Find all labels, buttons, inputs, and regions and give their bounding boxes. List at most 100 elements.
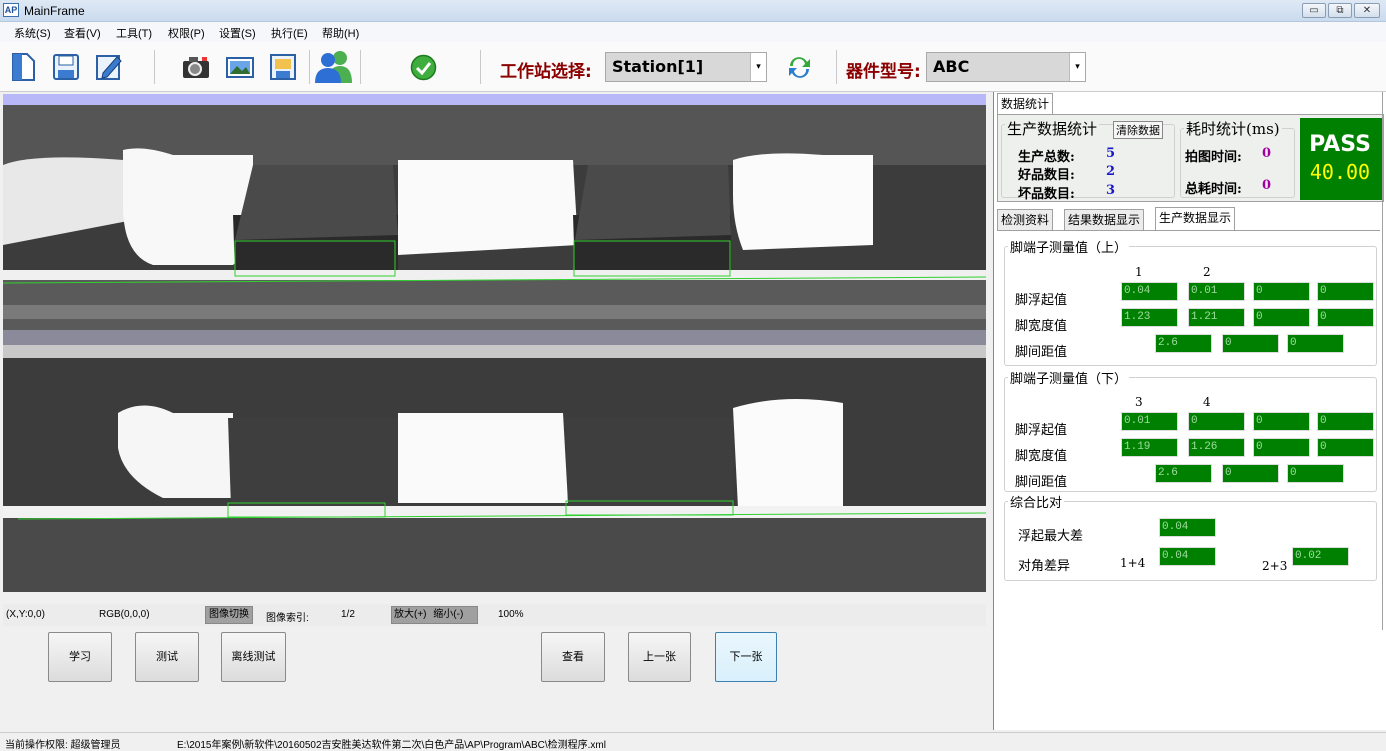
station-select[interactable]: Station[1] ▾ (605, 52, 767, 82)
users-icon[interactable] (315, 49, 353, 85)
toolbar-separator (309, 50, 310, 84)
upper-col-1: 1 (1135, 265, 1143, 279)
view-button[interactable]: 查看 (541, 632, 605, 682)
device-value: ABC (933, 57, 970, 76)
good-value: 2 (1106, 164, 1116, 179)
result-score: 40.00 (1309, 160, 1371, 184)
result-status: PASS (1309, 132, 1371, 157)
station-label: 工作站选择: (500, 62, 592, 82)
toolbar-separator (360, 50, 361, 84)
lower-pitch-2: 0 (1222, 464, 1279, 483)
tab-underline (997, 230, 1380, 231)
chevron-down-icon[interactable]: ▾ (1069, 53, 1085, 81)
camera-image-top[interactable] (3, 105, 986, 345)
next-image-button[interactable]: 下一张 (715, 632, 777, 682)
image-switch-button[interactable]: 图像切换 (205, 606, 253, 624)
upper-width-4: 0 (1317, 308, 1374, 327)
image-index-label: 图像索引: (266, 613, 309, 624)
menu-execute[interactable]: 执行(E) (271, 25, 308, 41)
upper-float-3: 0 (1253, 282, 1310, 301)
new-document-icon[interactable] (8, 51, 40, 83)
lower-pitch-1: 2.6 (1155, 464, 1212, 483)
tab-production-data[interactable]: 生产数据显示 (1155, 207, 1236, 230)
time-stats-title: 耗时统计(ms) (1184, 118, 1282, 139)
total-label: 生产总数: (1018, 150, 1075, 165)
upper-pitch-label: 脚间距值 (1015, 345, 1068, 360)
upper-pitch-3: 0 (1287, 334, 1344, 353)
max-float-label: 浮起最大差 (1018, 529, 1084, 544)
upper-pins-title: 脚端子测量值（上） (1008, 237, 1130, 256)
menu-permissions[interactable]: 权限(P) (168, 25, 205, 41)
menu-bar: 系统(S) 查看(V) 工具(T) 权限(P) 设置(S) 执行(E) 帮助(H… (0, 22, 1386, 42)
zoom-buttons: 放大(+) 缩小(-) (391, 606, 478, 624)
camera-icon[interactable] (180, 51, 212, 83)
capture-time-value: 0 (1262, 146, 1272, 161)
compare-title: 综合比对 (1008, 492, 1065, 511)
upper-pitch-1: 2.6 (1155, 334, 1212, 353)
tab-inspection-data[interactable]: 检测资料 (997, 209, 1054, 230)
capture-time-label: 拍图时间: (1185, 150, 1242, 165)
total-value: 5 (1106, 146, 1116, 161)
chevron-down-icon[interactable]: ▾ (750, 53, 766, 81)
close-button[interactable]: ✕ (1354, 3, 1380, 18)
zoom-value: 100% (498, 609, 524, 620)
save-image-icon[interactable] (267, 51, 299, 83)
learn-button[interactable]: 学习 (48, 632, 112, 682)
prev-image-button[interactable]: 上一张 (628, 632, 691, 682)
test-button[interactable]: 测试 (135, 632, 199, 682)
offline-test-button[interactable]: 离线测试 (221, 632, 286, 682)
zoom-out-button[interactable]: 缩小(-) (433, 609, 463, 620)
camera-image-top-canvas (3, 105, 986, 345)
image-header-bar (3, 94, 986, 105)
camera-image-bottom[interactable] (3, 358, 986, 592)
pair-2-3-label: 2+3 (1262, 559, 1288, 573)
title-bar: AP MainFrame ▭ ⧉ ✕ (0, 0, 1386, 22)
app-icon: AP (3, 3, 19, 17)
result-indicator: PASS 40.00 (1300, 118, 1382, 200)
menu-tools[interactable]: 工具(T) (116, 25, 152, 41)
image-index-value: 1/2 (341, 609, 355, 620)
image-icon[interactable] (224, 51, 256, 83)
status-bar: 当前操作权限: 超级管理员 E:\2015年案例\新软件\20160502吉安胜… (0, 732, 1386, 751)
lower-pitch-label: 脚间距值 (1015, 475, 1068, 490)
menu-help[interactable]: 帮助(H) (322, 25, 359, 41)
lower-pins-title: 脚端子测量值（下） (1008, 368, 1130, 387)
permission-text: 当前操作权限: 超级管理员 (5, 740, 121, 751)
lower-width-3: 0 (1253, 438, 1310, 457)
pair-1-4-label: 1+4 (1120, 556, 1146, 570)
window-title: MainFrame (24, 4, 85, 18)
tab-result-data[interactable]: 结果数据显示 (1064, 209, 1145, 230)
upper-width-1: 1.23 (1121, 308, 1178, 327)
device-select[interactable]: ABC ▾ (926, 52, 1086, 82)
lower-float-2: 0 (1188, 412, 1245, 431)
device-label: 器件型号: (846, 62, 921, 82)
zoom-in-button[interactable]: 放大(+) (394, 609, 427, 620)
station-value: Station[1] (612, 57, 704, 76)
upper-col-2: 2 (1203, 265, 1211, 279)
minimize-button[interactable]: ▭ (1302, 3, 1326, 18)
max-float-value: 0.04 (1159, 518, 1216, 537)
edit-icon[interactable] (93, 51, 125, 83)
refresh-icon[interactable] (786, 54, 813, 81)
lower-float-label: 脚浮起值 (1015, 423, 1068, 438)
maximize-button[interactable]: ⧉ (1328, 3, 1352, 18)
menu-settings[interactable]: 设置(S) (219, 25, 256, 41)
upper-pitch-2: 0 (1222, 334, 1279, 353)
upper-float-4: 0 (1317, 282, 1374, 301)
menu-system[interactable]: 系统(S) (14, 25, 51, 41)
lower-col-3: 3 (1135, 395, 1143, 409)
toolbar-separator (480, 50, 481, 84)
lower-float-4: 0 (1317, 412, 1374, 431)
pair-1-4-value: 0.04 (1159, 547, 1216, 566)
menu-view[interactable]: 查看(V) (64, 25, 101, 41)
upper-width-label: 脚宽度值 (1015, 319, 1068, 334)
clear-data-button[interactable]: 清除数据 (1113, 121, 1163, 139)
upper-width-3: 0 (1253, 308, 1310, 327)
tab-data-statistics[interactable]: 数据统计 (997, 93, 1054, 114)
upper-float-label: 脚浮起值 (1015, 293, 1068, 308)
good-label: 好品数目: (1018, 168, 1075, 183)
check-icon[interactable] (410, 54, 437, 81)
pair-2-3-value: 0.02 (1292, 547, 1349, 566)
toolbar-separator (154, 50, 155, 84)
save-icon[interactable] (50, 51, 82, 83)
